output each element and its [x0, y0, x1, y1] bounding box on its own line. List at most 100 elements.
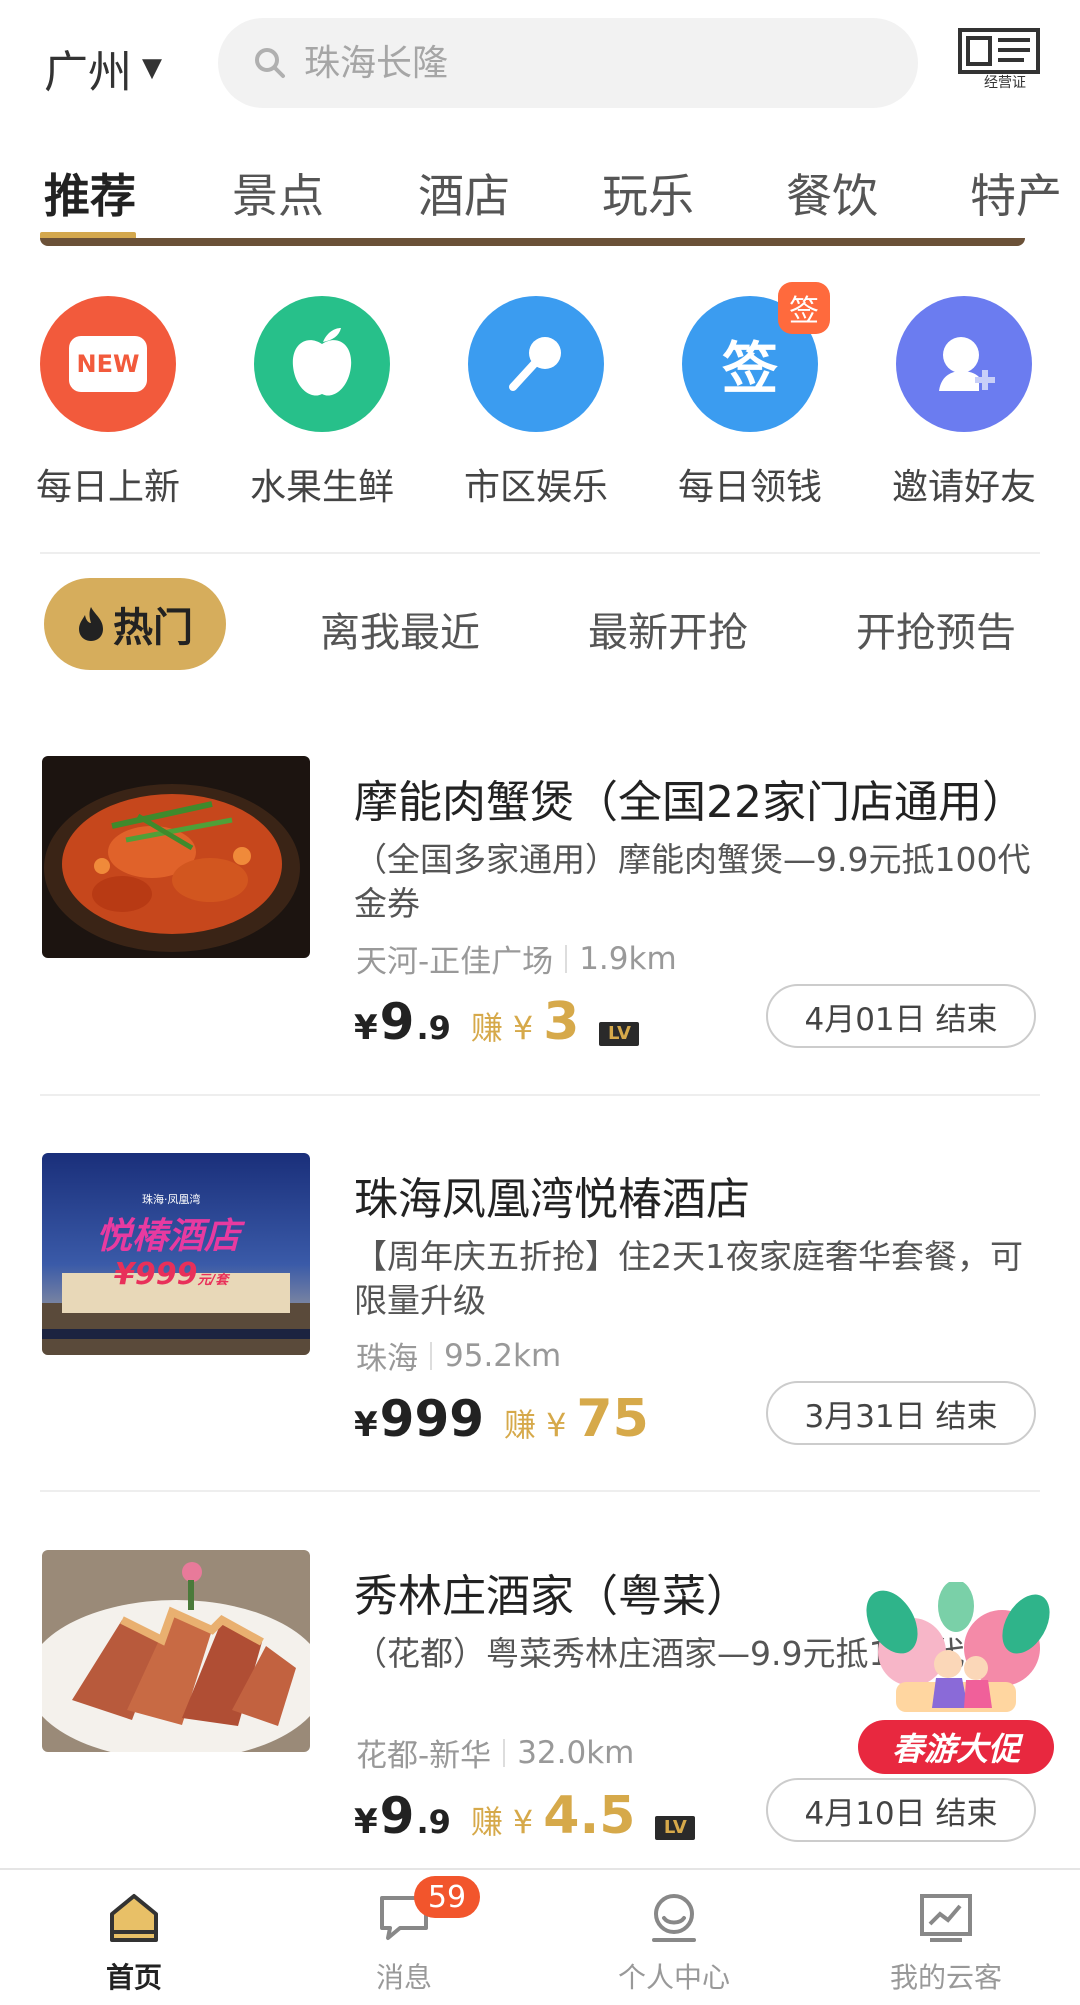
quick-entry-invite[interactable]: 邀请好友	[864, 290, 1064, 510]
deal-area: 天河-正佳广场	[356, 944, 554, 980]
nav-messages[interactable]: 59 消息	[304, 1876, 504, 1996]
earn-label: 赚	[470, 1009, 503, 1047]
home-icon	[104, 1890, 164, 1946]
price-integer: 9	[379, 993, 415, 1051]
filter-bar: 热门 离我最近 最新开抢 开抢预告	[0, 578, 1080, 674]
thumb-small-text: 珠海·凤凰湾	[142, 1193, 201, 1206]
price-integer: 999	[379, 1390, 485, 1448]
license-label: 经营证	[984, 75, 1026, 91]
deal-distance: 32.0km	[517, 1734, 635, 1771]
earn-value: 4.5	[543, 1786, 636, 1846]
business-license-button[interactable]: 经营证	[958, 28, 1040, 92]
banner-edge	[40, 238, 1025, 246]
earn-value: 3	[543, 992, 580, 1052]
filter-newest[interactable]: 最新开抢	[588, 600, 748, 658]
deal-area: 珠海	[356, 1341, 418, 1377]
flame-icon	[79, 607, 103, 641]
deal-item[interactable]: 珠海·凤凰湾 悦椿酒店 ¥999元/套 珠海凤凰湾悦椿酒店 【周年庆五折抢】住2…	[0, 1153, 1080, 1483]
price-decimal: .9	[416, 1803, 451, 1841]
deal-location: 花都-新华 32.0km	[356, 1730, 634, 1775]
thumb-price: ¥999元/套	[114, 1257, 228, 1292]
tab-specialties[interactable]: 特产	[970, 160, 1062, 226]
city-name: 广州	[44, 47, 132, 98]
deal-description: （全国多家通用）摩能肉蟹煲—9.9元抵100代金券	[354, 840, 1031, 923]
nav-label: 消息	[375, 1961, 432, 1994]
quick-entry-daily-cash[interactable]: 签 签 每日领钱	[650, 282, 850, 510]
nav-home[interactable]: 首页	[34, 1890, 234, 1996]
chart-board-icon	[916, 1890, 976, 1946]
section-divider	[40, 552, 1040, 554]
quick-entry-label: 每日上新	[35, 467, 180, 508]
deal-title: 摩能肉蟹煲（全国22家门店通用）	[354, 777, 1026, 828]
deal-description: 【周年庆五折抢】住2天1夜家庭奢华套餐，可限量升级	[354, 1237, 1023, 1320]
license-icon	[958, 28, 1040, 74]
microphone-icon	[468, 296, 604, 432]
quick-entry-new[interactable]: NEW 每日上新	[8, 290, 208, 510]
deal-thumbnail-roast-meat	[42, 1550, 310, 1752]
deal-title: 珠海凤凰湾悦椿酒店	[354, 1174, 750, 1225]
location-separator	[430, 1341, 432, 1370]
price-currency: ¥	[354, 1802, 378, 1842]
earn-value: 75	[576, 1389, 649, 1449]
quick-entry-fruit[interactable]: 水果生鲜	[222, 290, 422, 510]
deal-location: 珠海 95.2km	[356, 1333, 561, 1378]
search-input[interactable]	[304, 42, 864, 84]
deal-divider	[40, 1490, 1040, 1492]
price-currency: ¥	[354, 1008, 378, 1048]
thumb-price-value: ¥999	[114, 1257, 198, 1292]
quick-entry-grid: NEW 每日上新 水果生鲜 市区娱乐 签 签 每日领钱 邀请好友	[0, 282, 1080, 520]
deal-divider	[40, 1094, 1040, 1096]
tab-fun[interactable]: 玩乐	[602, 160, 694, 226]
price-currency: ¥	[354, 1405, 378, 1445]
promo-label: 春游大促	[858, 1720, 1054, 1774]
quick-entry-label: 水果生鲜	[249, 467, 394, 508]
nav-label: 首页	[105, 1961, 162, 1994]
quick-entry-label: 市区娱乐	[463, 467, 608, 508]
tab-hotels[interactable]: 酒店	[418, 160, 510, 226]
message-badge: 59	[414, 1876, 480, 1918]
location-separator	[565, 944, 568, 973]
filter-hot-label: 热门	[113, 605, 193, 651]
sign-icon: 签 签	[682, 282, 830, 432]
city-selector[interactable]: 广州 ▼	[44, 36, 162, 100]
sign-badge: 签	[778, 282, 830, 334]
sign-icon-text: 签	[722, 336, 778, 402]
tab-recommend[interactable]: 推荐	[44, 160, 136, 226]
promo-illustration	[866, 1580, 1050, 1712]
nav-label: 我的云客	[889, 1961, 1002, 1994]
add-friend-icon	[896, 296, 1032, 432]
tab-attractions[interactable]: 景点	[232, 160, 324, 226]
nav-my-yunke[interactable]: 我的云客	[846, 1890, 1046, 1996]
deal-price-row: ¥ 9 .9 赚 ¥ 3 LV	[354, 992, 640, 1052]
deal-thumbnail-crab	[42, 756, 310, 958]
filter-nearest[interactable]: 离我最近	[320, 600, 480, 658]
bottom-navigation: 首页 59 消息 个人中心 我的云客	[0, 1868, 1080, 2005]
quick-entry-label: 每日领钱	[677, 467, 822, 508]
chevron-down-icon: ▼	[142, 53, 162, 83]
profile-icon	[644, 1890, 704, 1946]
quick-entry-label: 邀请好友	[891, 467, 1036, 508]
filter-hot[interactable]: 热门	[44, 578, 226, 670]
nav-profile[interactable]: 个人中心	[574, 1890, 774, 1996]
earn-label: 赚	[470, 1803, 503, 1841]
spring-promo-float[interactable]: 春游大促	[852, 1580, 1060, 1782]
deal-location: 天河-正佳广场 1.9km	[356, 936, 677, 981]
quick-entry-entertainment[interactable]: 市区娱乐	[436, 290, 636, 510]
thumb-price-unit: 元/套	[197, 1273, 229, 1288]
category-tabs: 推荐 景点 酒店 玩乐 餐饮 特产	[0, 140, 1080, 240]
tab-dining[interactable]: 餐饮	[786, 160, 878, 226]
message-icon: 59	[374, 1876, 480, 1946]
deal-price-row: ¥ 999 赚 ¥ 75	[354, 1389, 649, 1449]
earn-currency: ¥	[546, 1406, 567, 1444]
search-bar[interactable]	[218, 18, 918, 108]
deal-item[interactable]: 摩能肉蟹煲（全国22家门店通用） （全国多家通用）摩能肉蟹煲—9.9元抵100代…	[0, 756, 1080, 1086]
apple-icon	[254, 296, 390, 432]
thumb-hotel-name: 悦椿酒店	[96, 1216, 241, 1257]
new-icon: NEW	[40, 296, 176, 432]
location-separator	[503, 1738, 506, 1767]
price-integer: 9	[379, 1787, 415, 1845]
earn-currency: ¥	[512, 1009, 534, 1047]
price-decimal: .9	[416, 1009, 451, 1047]
deal-area: 花都-新华	[356, 1738, 492, 1774]
filter-upcoming[interactable]: 开抢预告	[856, 600, 1016, 658]
